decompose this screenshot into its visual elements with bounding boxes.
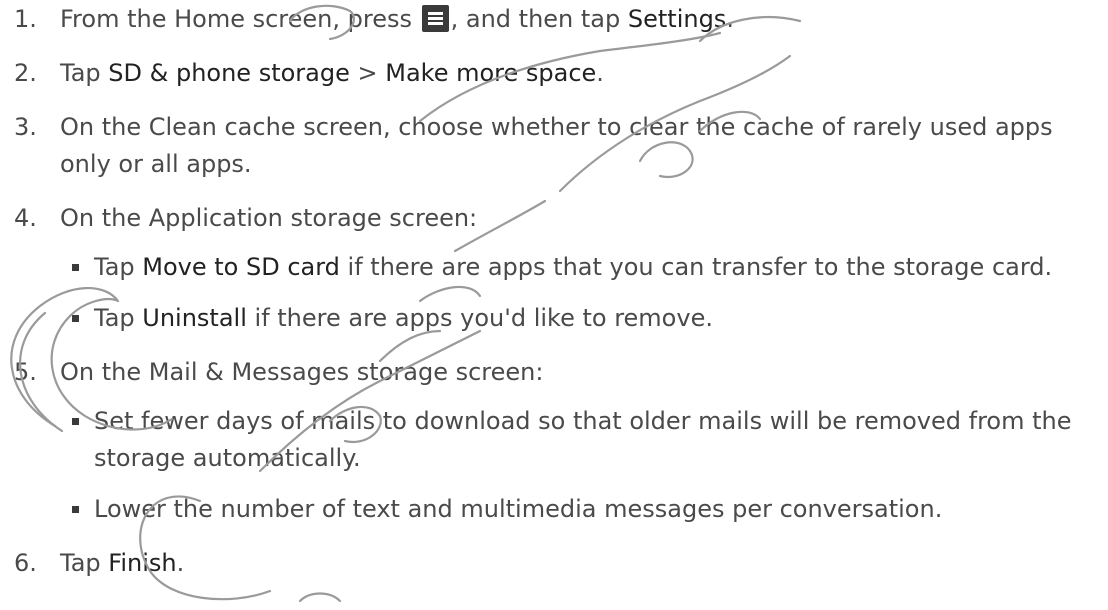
sub-list: Set fewer days of mails to download so t… [60,403,1100,528]
step-text: On the Mail & Messages storage screen: [60,358,544,386]
item-text: if there are apps you'd like to remove. [246,304,713,332]
step-number: 1. [14,5,37,33]
step-number: 6. [14,549,37,577]
menu-icon [421,5,449,32]
step-2: 2. Tap SD & phone storage > Make more sp… [10,55,1100,92]
step-text: On the Application storage screen: [60,204,478,232]
uninstall-label: Uninstall [142,304,247,332]
step-text: > [349,59,386,87]
list-item: Set fewer days of mails to download so t… [60,403,1098,477]
step-6: 6. Tap Finish. [10,545,1100,582]
item-text: if there are apps that you can transfer … [339,253,1053,281]
step-1: 1. From the Home screen, press , and the… [10,1,1100,38]
step-number: 2. [14,59,37,87]
step-text: . [176,549,185,577]
bullet-icon [72,315,79,322]
step-text: From the Home screen, press [60,5,420,33]
sd-phone-storage-label: SD & phone storage [108,59,350,87]
bullet-icon [72,506,79,513]
item-text: Set fewer days of mails to download so t… [94,407,1072,472]
make-more-space-label: Make more space [385,59,597,87]
item-text: Tap [94,253,143,281]
step-text: . [726,5,734,33]
step-text: . [596,59,604,87]
item-text: Tap [94,304,143,332]
step-number: 4. [14,204,37,232]
item-text: Lower the number of text and multimedia … [94,495,943,523]
step-number: 3. [14,113,37,141]
move-to-sd-card-label: Move to SD card [142,253,340,281]
bullet-icon [72,418,79,425]
list-item: Tap Move to SD card if there are apps th… [60,249,1098,286]
step-text: Tap [60,549,109,577]
step-3: 3. On the Clean cache screen, choose whe… [10,109,1100,183]
list-item: Lower the number of text and multimedia … [60,491,1098,528]
step-text: On the Clean cache screen, choose whethe… [60,113,1053,178]
list-item: Tap Uninstall if there are apps you'd li… [60,300,1098,337]
step-text: Tap [60,59,109,87]
bullet-icon [72,264,79,271]
settings-label: Settings [627,5,727,33]
step-text: , and then tap [450,5,628,33]
step-4: 4. On the Application storage screen: Ta… [10,200,1100,337]
sub-list: Tap Move to SD card if there are apps th… [60,249,1100,337]
instructions: 1. From the Home screen, press , and the… [0,1,1108,582]
step-5: 5. On the Mail & Messages storage screen… [10,354,1100,528]
finish-label: Finish [108,549,177,577]
step-number: 5. [14,358,37,386]
